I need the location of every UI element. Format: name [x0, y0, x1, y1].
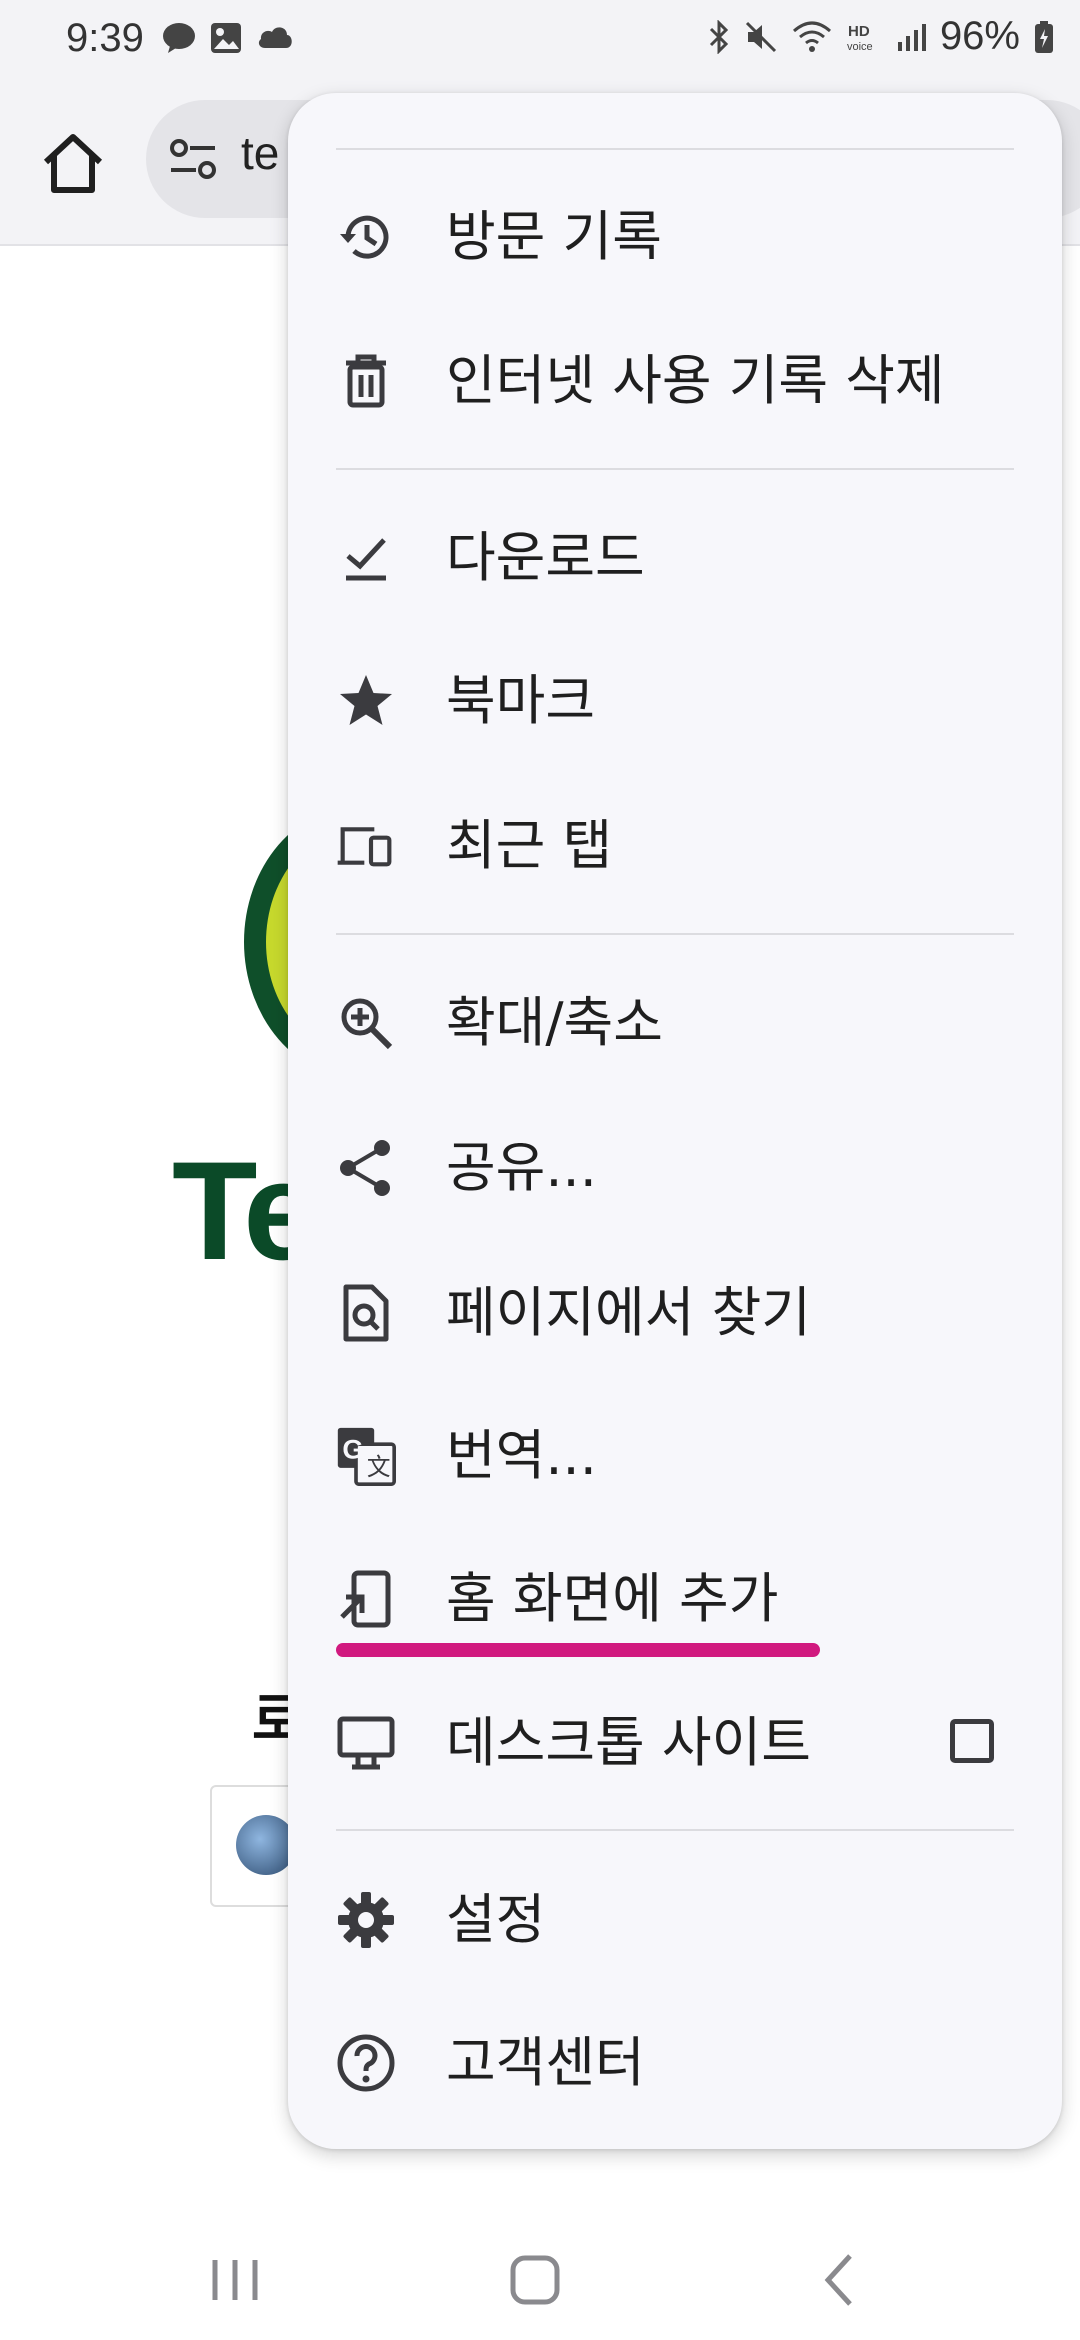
menu-item-bookmarks[interactable]: 북마크 — [288, 631, 1062, 771]
menu-divider — [336, 468, 1014, 470]
battery-percentage: 96% — [939, 14, 1020, 58]
menu-item-settings[interactable]: 설정 — [288, 1850, 1062, 1990]
devices-icon — [337, 827, 392, 867]
menu-item-history[interactable]: 방문 기록 — [288, 167, 1062, 307]
star-icon — [340, 675, 392, 725]
bluetooth-icon — [709, 19, 729, 54]
status-bar: 9:39 HD voice 96% — [0, 0, 1080, 84]
menu-item-label: 다운로드 — [446, 526, 645, 589]
back-icon[interactable] — [800, 2240, 880, 2320]
menu-item-find-in-page[interactable]: 페이지에서 찾기 — [288, 1243, 1062, 1383]
menu-item-label: 데스크톱 사이트 — [446, 1711, 811, 1774]
menu-item-clear-history[interactable]: 인터넷 사용 기록 삭제 — [288, 311, 1062, 451]
zoom-in-icon — [341, 998, 393, 1050]
signal-icon — [897, 23, 926, 51]
share-icon — [340, 1140, 390, 1196]
kakaotalk-icon — [163, 23, 195, 53]
download-done-icon — [346, 538, 386, 581]
home-nav-icon[interactable] — [495, 2240, 575, 2320]
menu-divider — [336, 933, 1014, 935]
menu-item-recent-tabs[interactable]: 최근 탭 — [288, 776, 1062, 916]
gear-icon — [338, 1892, 394, 1948]
history-icon — [340, 215, 389, 259]
cloud-icon — [258, 27, 292, 48]
menu-item-label: 설정 — [446, 1888, 546, 1951]
svg-text:文: 文 — [367, 1453, 391, 1481]
trash-icon — [346, 354, 386, 408]
menu-item-label: 확대/축소 — [446, 991, 663, 1054]
menu-item-zoom[interactable]: 확대/축소 — [288, 953, 1062, 1093]
menu-item-desktop-site[interactable]: 데스크톱 사이트 — [288, 1673, 1062, 1813]
desktop-icon — [337, 1716, 395, 1770]
avatar — [236, 1815, 296, 1875]
menu-item-translate[interactable]: G文 번역... — [288, 1386, 1062, 1526]
menu-divider — [336, 148, 1014, 150]
page-info-icon[interactable] — [168, 136, 218, 182]
menu-item-label: 인터넷 사용 기록 삭제 — [446, 349, 945, 412]
desktop-site-checkbox[interactable] — [950, 1719, 994, 1763]
mute-icon — [745, 21, 776, 52]
menu-item-label: 방문 기록 — [446, 205, 662, 268]
hd-voice-icon: HDvoice — [847, 23, 873, 53]
menu-item-label: 공유... — [446, 1136, 597, 1199]
home-icon[interactable] — [38, 128, 108, 198]
wifi-icon — [792, 21, 831, 52]
menu-item-downloads[interactable]: 다운로드 — [288, 488, 1062, 628]
menu-item-label: 북마크 — [446, 669, 596, 732]
menu-item-label: 페이지에서 찾기 — [446, 1281, 811, 1344]
translate-icon: G文 — [337, 1427, 396, 1486]
battery-icon — [1035, 20, 1053, 53]
menu-item-label: 번역... — [446, 1424, 597, 1487]
svg-text:HD: HD — [848, 23, 870, 40]
status-time: 9:39 — [66, 16, 144, 60]
menu-item-label: 고객센터 — [446, 2031, 645, 2094]
system-nav-bar — [0, 2210, 1080, 2340]
svg-text:G: G — [342, 1434, 363, 1465]
overflow-menu: 방문 기록 인터넷 사용 기록 삭제 다운로드 북마크 최근 탭 확대/축소 공… — [288, 93, 1062, 2149]
add-to-home-icon — [340, 1570, 391, 1628]
menu-item-help[interactable]: 고객센터 — [288, 1993, 1062, 2133]
gallery-icon — [211, 23, 241, 53]
svg-text:voice: voice — [847, 41, 873, 53]
help-icon — [337, 2034, 395, 2092]
menu-divider — [336, 1829, 1014, 1831]
menu-item-share[interactable]: 공유... — [288, 1098, 1062, 1238]
menu-item-label: 최근 탭 — [446, 814, 613, 877]
recent-apps-icon[interactable] — [195, 2240, 275, 2320]
find-in-page-icon — [343, 1284, 389, 1342]
highlight-underline — [336, 1643, 820, 1657]
menu-item-label: 홈 화면에 추가 — [446, 1567, 779, 1630]
url-text: te — [241, 127, 280, 179]
